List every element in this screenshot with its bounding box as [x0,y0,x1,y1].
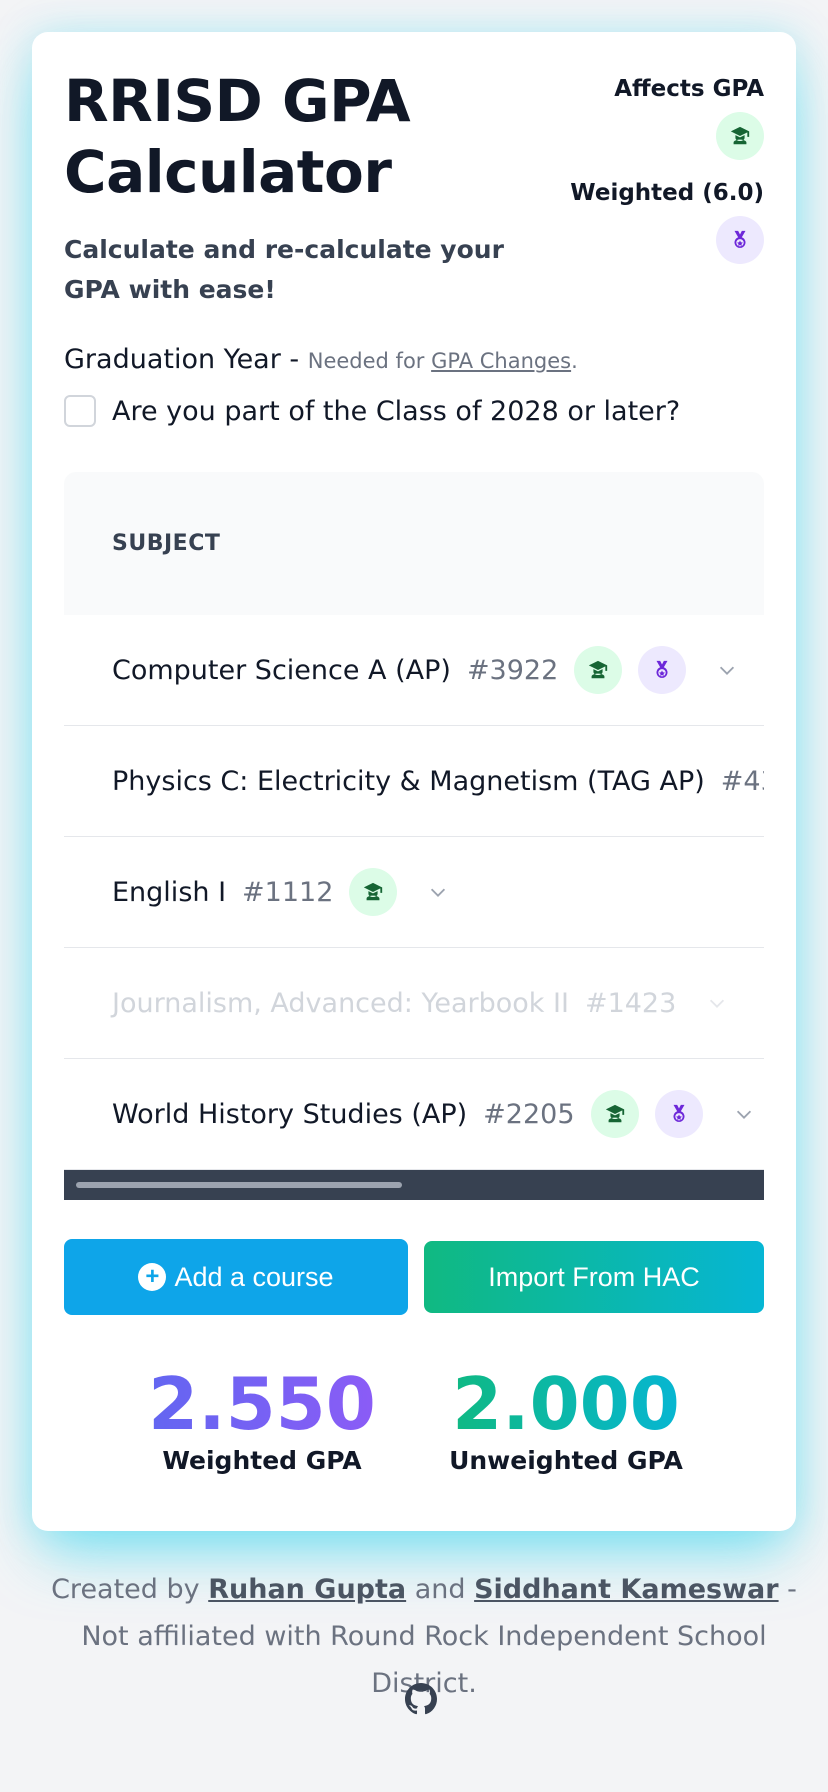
graduation-note-suffix: . [571,349,578,373]
graduation-label-text: Graduation Year - [64,344,308,375]
gpa-changes-link[interactable]: GPA Changes [431,349,571,373]
footer-created-by: Created by [51,1574,209,1605]
add-course-button[interactable]: + Add a course [64,1239,408,1315]
chevron-down-icon[interactable] [716,659,738,681]
unweighted-gpa-value: 2.000 [446,1362,686,1446]
graduate-icon [716,112,764,160]
chevron-down-icon[interactable] [733,1103,755,1125]
course-number: #1112 [242,876,334,908]
medal-icon [638,646,687,694]
table-row[interactable]: Journalism, Advanced: Yearbook II #1423 [64,948,764,1059]
course-name: Physics C: Electricity & Magnetism (TAG … [112,765,705,797]
author-link-siddhant[interactable]: Siddhant Kameswar [474,1574,778,1605]
class-2028-checkbox-row[interactable]: Are you part of the Class of 2028 or lat… [64,395,680,427]
table-header-subject: SUBJECT [64,472,764,615]
add-course-label: Add a course [174,1261,334,1292]
medal-icon [654,1090,703,1138]
graduation-note-prefix: Needed for [307,349,432,373]
course-name: English I [112,876,227,908]
author-link-ruhan[interactable]: Ruhan Gupta [208,1574,406,1605]
page-subtitle: Calculate and re-calculate your GPA with… [64,235,504,304]
legend-affects-label: Affects GPA [614,76,764,102]
import-hac-button[interactable]: Import From HAC [424,1241,764,1313]
course-number: #2205 [483,1098,575,1130]
weighted-gpa-value: 2.550 [148,1362,376,1446]
unweighted-gpa-label: Unweighted GPA [449,1446,683,1475]
graduation-year-label: Graduation Year - Needed for GPA Changes… [64,344,578,375]
table-row[interactable]: Physics C: Electricity & Magnetism (TAG … [64,726,764,837]
plus-circle-icon: + [138,1263,167,1291]
courses-table: SUBJECT Computer Science A (AP) #3922 Ph… [64,472,764,1200]
unweighted-gpa-block: 2.000 Unweighted GPA [446,1362,686,1475]
horizontal-scrollbar[interactable] [64,1170,764,1200]
graduate-icon [349,868,398,916]
weighted-gpa-label: Weighted GPA [162,1446,362,1475]
legend-weighted-label: Weighted (6.0) [570,180,764,206]
graduate-icon [590,1090,639,1138]
course-name: Journalism, Advanced: Yearbook II [112,987,569,1019]
scrollbar-thumb[interactable] [76,1182,402,1188]
github-icon[interactable] [405,1683,437,1715]
weighted-gpa-block: 2.550 Weighted GPA [148,1362,376,1475]
footer-and: and [406,1574,475,1605]
graduation-note: Needed for GPA Changes. [308,349,578,373]
course-number: #434 [720,765,764,797]
table-row[interactable]: Computer Science A (AP) #3922 [64,615,764,726]
table-row[interactable]: English I #1112 [64,837,764,948]
medal-icon [716,216,764,264]
course-name: World History Studies (AP) [112,1098,468,1130]
class-2028-checkbox[interactable] [64,395,96,427]
graduate-icon [574,646,623,694]
chevron-down-icon[interactable] [706,992,728,1014]
course-name: Computer Science A (AP) [112,654,451,686]
course-number: #1423 [584,987,677,1019]
course-number: #3922 [466,654,559,686]
table-row[interactable]: World History Studies (AP) #2205 [64,1059,764,1170]
class-2028-checkbox-label[interactable]: Are you part of the Class of 2028 or lat… [112,396,680,427]
chevron-down-icon[interactable] [427,881,449,903]
page-title: RRISD GPA Calculator [64,67,411,206]
